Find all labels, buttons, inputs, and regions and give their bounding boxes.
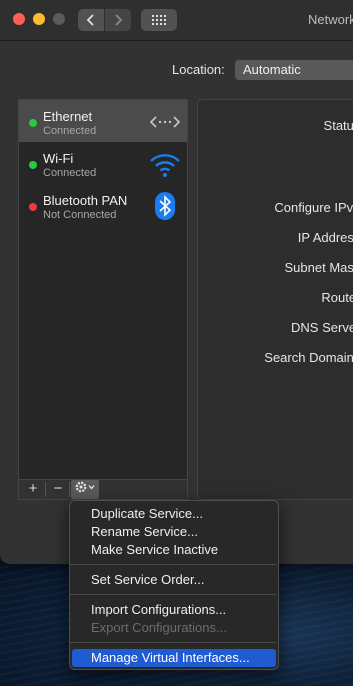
action-menu-button[interactable] — [71, 480, 99, 499]
status-label: Status: — [323, 118, 353, 133]
service-status: Connected — [43, 167, 97, 179]
status-dot — [29, 161, 37, 169]
service-detail-panel: Status: Configure IPv4: IP Address: Subn… — [197, 99, 353, 500]
remove-service-button[interactable]: − — [48, 480, 68, 499]
menu-item-set-service-order[interactable]: Set Service Order... — [70, 571, 276, 589]
configure-ipv4-label: Configure IPv4: — [274, 200, 353, 215]
zoom-button[interactable] — [53, 13, 65, 25]
service-item-ethernet[interactable]: Ethernet Connected — [19, 100, 187, 142]
service-status: Connected — [43, 125, 97, 137]
menu-separator — [70, 564, 276, 565]
service-list-toolbar: + − — [18, 480, 188, 500]
status-dot — [29, 203, 37, 211]
subnet-mask-label: Subnet Mask: — [284, 260, 353, 275]
menu-item-import-configurations[interactable]: Import Configurations... — [70, 601, 276, 619]
menu-item-duplicate-service[interactable]: Duplicate Service... — [70, 505, 276, 523]
grid-icon — [152, 15, 166, 25]
service-action-menu: Duplicate Service... Rename Service... M… — [69, 500, 279, 670]
gear-icon — [75, 481, 95, 493]
status-dot — [29, 119, 37, 127]
divider — [45, 482, 46, 497]
service-name: Wi-Fi — [43, 151, 74, 166]
back-button[interactable] — [78, 9, 104, 31]
service-item-wifi[interactable]: Wi-Fi Connected — [19, 142, 187, 184]
wifi-icon — [150, 154, 180, 177]
service-item-bluetooth-pan[interactable]: Bluetooth PAN Not Connected — [19, 184, 187, 226]
ethernet-arrows-icon — [149, 116, 181, 128]
menu-item-export-configurations: Export Configurations... — [91, 620, 227, 635]
menu-item-manage-virtual-interfaces[interactable]: Manage Virtual Interfaces... — [72, 649, 276, 667]
menu-separator — [70, 594, 276, 595]
minimize-button[interactable] — [33, 13, 45, 25]
location-select[interactable]: Automatic — [235, 60, 353, 80]
forward-button[interactable] — [105, 9, 131, 31]
service-status: Not Connected — [43, 209, 117, 221]
close-button[interactable] — [13, 13, 25, 25]
divider — [69, 482, 70, 497]
title-bar: Network — [0, 0, 353, 41]
network-preferences-window: Network Location: Automatic Ethernet Con… — [0, 0, 353, 564]
bluetooth-icon — [155, 192, 175, 220]
menu-item-make-service-inactive[interactable]: Make Service Inactive — [70, 541, 276, 559]
service-list: Ethernet Connected Wi-Fi Connected Bluet… — [18, 99, 188, 480]
show-all-button[interactable] — [141, 9, 177, 31]
service-name: Bluetooth PAN — [43, 193, 128, 208]
window-title: Network — [308, 12, 353, 27]
menu-separator — [70, 642, 276, 643]
service-name: Ethernet — [43, 109, 93, 124]
location-label: Location: — [172, 62, 225, 77]
router-label: Router: — [321, 290, 353, 305]
dns-server-label: DNS Server: — [291, 320, 353, 335]
chevron-left-icon — [86, 14, 94, 26]
menu-item-rename-service[interactable]: Rename Service... — [70, 523, 276, 541]
ip-address-label: IP Address: — [297, 230, 353, 245]
add-service-button[interactable]: + — [23, 480, 43, 499]
search-domains-label: Search Domains: — [264, 350, 353, 365]
chevron-right-icon — [115, 14, 123, 26]
